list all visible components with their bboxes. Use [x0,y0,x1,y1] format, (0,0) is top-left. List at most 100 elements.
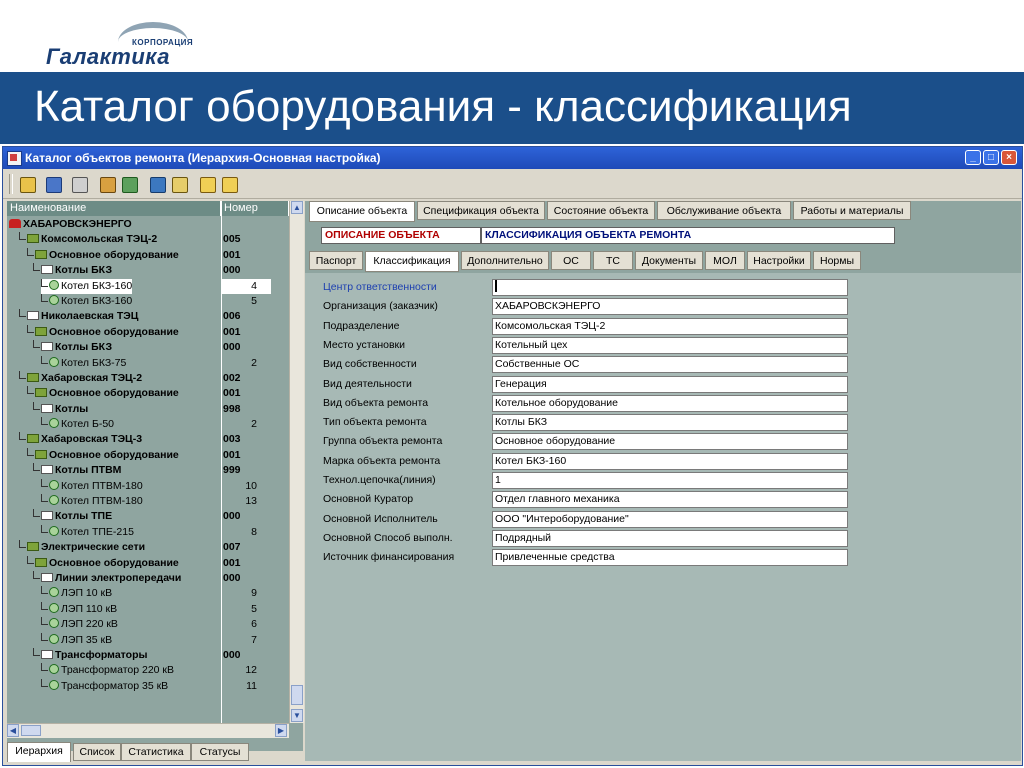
tab-object-state[interactable]: Состояние объекта [547,201,655,220]
tab-mol[interactable]: МОЛ [705,251,745,270]
form-field-label: Организация (заказчик) [323,300,438,313]
tree-row[interactable]: Основное оборудование 001 [7,386,288,401]
form-field-input[interactable]: Генерация [492,375,848,393]
tree-row[interactable]: Котел Б-50 2 [7,417,288,432]
window-titlebar[interactable]: Каталог объектов ремонта (Иерархия-Основ… [3,147,1022,169]
form-row: Вид собственности Собственные ОС [305,356,1021,375]
tree-row-label: Основное оборудование [49,325,179,338]
calc-icon[interactable] [43,174,63,194]
tree-row[interactable]: Котел ТПЕ-215 8 [7,524,288,540]
tree-row[interactable]: Трансформатор 35 кВ 11 [7,678,288,694]
tree-row[interactable]: ЛЭП 10 кВ 9 [7,586,288,601]
form-field-input[interactable]: ХАБАРОВСКЭНЕРГО [492,298,848,316]
tree-row[interactable]: Котел ПТВМ-180 10 [7,478,288,494]
form-field-input[interactable]: Котел БКЗ-160 [492,452,848,470]
tree-row[interactable]: ХАБАРОВСКЭНЕРГО [7,217,288,232]
tree-row[interactable]: ЛЭП 35 кВ 7 [7,632,288,648]
tree-row[interactable]: Линии электропередачи 000 [7,570,288,586]
tree-row-number: 8 [251,525,257,538]
form-field-value: 1 [495,474,501,486]
transfer-icon[interactable] [119,174,139,194]
tree-row[interactable]: ЛЭП 220 кВ 6 [7,617,288,632]
tree-vertical-scrollbar[interactable]: ▲ ▼ [289,201,304,723]
tab-classification[interactable]: Классификация [365,251,459,272]
tree-row[interactable]: Котел БКЗ-160 4 [7,278,288,294]
scroll-thumb[interactable] [291,685,303,705]
form-field-input[interactable]: Отдел главного механика [492,491,848,509]
form-field-input[interactable]: Подрядный [492,529,848,547]
tab-object-service[interactable]: Обслуживание объекта [657,201,791,220]
form-field-input[interactable]: ООО "Интероборудование" [492,510,848,528]
tree-row[interactable]: Котлы ТПЕ 000 [7,509,288,524]
scroll-up-icon[interactable]: ▲ [291,201,303,214]
tree-row[interactable]: Котлы БКЗ 000 [7,340,288,355]
folder-open-icon[interactable] [197,174,217,194]
form-field-input[interactable]: Собственные ОС [492,356,848,374]
form-field-input[interactable]: Комсомольская ТЭЦ-2 [492,317,848,335]
tree-row[interactable]: Котел БКЗ-160 5 [7,293,288,309]
tree-row[interactable]: Котлы 998 [7,401,288,417]
tab-object-specification[interactable]: Спецификация объекта [417,201,545,220]
tree-row[interactable]: Котел ПТВМ-180 13 [7,494,288,509]
tree-row[interactable]: Основное оборудование 001 [7,447,288,463]
tree-connector [41,663,48,672]
scroll-right-icon[interactable]: ▶ [275,724,287,737]
tab-hierarchy[interactable]: Иерархия [7,742,71,762]
hscroll-thumb[interactable] [21,725,41,736]
form-field-input[interactable]: Котельное оборудование [492,394,848,412]
tree-row[interactable]: Электрические сети 007 [7,540,288,555]
edit-icon[interactable] [17,174,37,194]
tree-row-number: 000 [223,341,241,354]
tree-row[interactable]: Хабаровская ТЭЦ-3 003 [7,432,288,447]
tree-header-name[interactable]: Наименование [7,201,221,216]
tab-settings[interactable]: Настройки [747,251,811,270]
tree-row[interactable]: Основное оборудование 001 [7,555,288,571]
tab-object-description[interactable]: Описание объекта [309,201,415,222]
scroll-down-icon[interactable]: ▼ [291,709,303,722]
form-field-input[interactable]: Котлы БКЗ [492,414,848,432]
tree-header-number[interactable]: Номер [221,201,289,216]
tree-row[interactable]: ЛЭП 110 кВ 5 [7,601,288,617]
equipment-icon [49,525,59,536]
tab-passport[interactable]: Паспорт [309,251,363,270]
tree-row[interactable]: Котлы ПТВМ 999 [7,463,288,478]
minimize-button[interactable]: _ [965,150,981,165]
tree-row[interactable]: Трансформатор 220 кВ 12 [7,663,288,678]
window-title: Каталог объектов ремонта (Иерархия-Основ… [25,151,381,165]
structure-icon[interactable] [147,174,167,194]
tab-os[interactable]: ОС [551,251,591,270]
copy-icon[interactable] [97,174,117,194]
form-field-input[interactable]: Основное оборудование [492,433,848,451]
print-icon[interactable] [69,174,89,194]
tab-statuses[interactable]: Статусы [191,743,249,761]
tab-list[interactable]: Список [73,743,121,761]
tree-horizontal-scrollbar[interactable]: ◀ ▶ [7,723,289,738]
tab-documents[interactable]: Документы [635,251,703,270]
form-field-input[interactable]: Котельный цех [492,336,848,354]
tree-row[interactable]: Котел БКЗ-75 2 [7,355,288,371]
tab-norms[interactable]: Нормы [813,251,861,270]
tree-row[interactable]: Хабаровская ТЭЦ-2 002 [7,370,288,386]
tree-row[interactable]: Трансформаторы 000 [7,647,288,663]
form-field-input[interactable] [492,279,848,296]
maximize-button[interactable]: □ [983,150,999,165]
tree-connector [41,632,48,641]
tab-works-materials[interactable]: Работы и материалы [793,201,911,220]
scroll-left-icon[interactable]: ◀ [7,724,19,737]
tab-additional[interactable]: Дополнительно [461,251,549,270]
close-button[interactable]: × [1001,150,1017,165]
folder-up-icon[interactable] [219,174,239,194]
tree-row[interactable]: Николаевская ТЭЦ 006 [7,309,288,324]
tree-row-number: 4 [221,278,271,294]
slide-title: Каталог оборудования - классификация [34,82,852,131]
list-icon[interactable] [169,174,189,194]
tree-row[interactable]: Основное оборудование 001 [7,247,288,263]
form-field-input[interactable]: 1 [492,472,848,489]
tab-statistics[interactable]: Статистика [121,743,191,761]
tab-ts[interactable]: ТС [593,251,633,270]
tree-row[interactable]: Основное оборудование 001 [7,324,288,340]
tree-row[interactable]: Котлы БКЗ 000 [7,263,288,278]
tree-row[interactable]: Комсомольская ТЭЦ-2 005 [7,232,288,247]
form-field-input[interactable]: Привлеченные средства [492,549,848,567]
folder-open-icon [27,311,39,321]
